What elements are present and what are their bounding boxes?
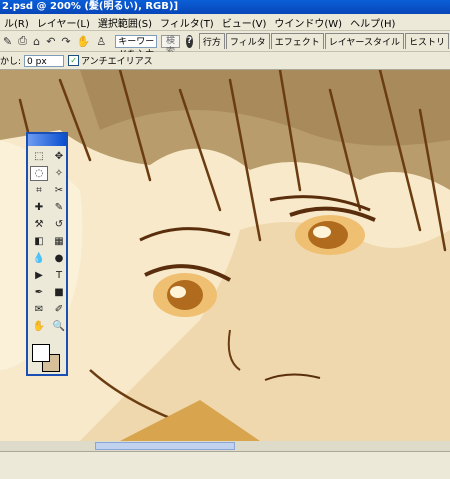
history-icon[interactable]: ↺ — [50, 217, 68, 232]
foreground-color-swatch[interactable] — [32, 344, 50, 362]
horizontal-scrollbar[interactable] — [0, 441, 450, 451]
heal-icon[interactable]: ✚ — [30, 200, 48, 215]
print-icon[interactable]: ⎙ — [18, 34, 27, 48]
status-bar — [0, 451, 450, 479]
save-icon[interactable]: ⌂ — [33, 34, 40, 48]
tab-effects[interactable]: エフェクト — [270, 33, 324, 49]
menu-item-filter[interactable]: フィルタ(T) — [156, 15, 218, 30]
redo-icon[interactable]: ↷ — [61, 34, 70, 48]
lasso-icon[interactable]: ◌ — [30, 166, 48, 181]
eyedropper-icon[interactable]: ✐ — [50, 302, 68, 317]
tool-grid: ⬚ ✥ ◌ ✧ ⌗ ✂ ✚ ✎ ⚒ ↺ ◧ ▦ 💧 ● ▶ T ✒ ■ ✉ ✐ ✋ 🔍 — [28, 146, 66, 334]
shape-icon[interactable]: ■ — [50, 285, 68, 300]
zoom-icon[interactable]: 🔍 — [50, 319, 68, 334]
gradient-icon[interactable]: ▦ — [50, 234, 68, 249]
antialias-checkbox[interactable]: ✓ — [68, 55, 80, 66]
keyword-search-input[interactable]: キーワードを入力 — [115, 34, 157, 60]
pen-icon[interactable]: ✒ — [30, 285, 48, 300]
hand-icon[interactable]: ✋ — [77, 34, 91, 48]
text-icon[interactable]: T — [50, 268, 68, 283]
stamp-icon[interactable]: ⚒ — [30, 217, 48, 232]
notes-icon[interactable]: ✉ — [30, 302, 48, 317]
window-title: 2.psd @ 200% (髪(明るい), RGB)] — [0, 0, 450, 14]
tab-layer-style[interactable]: レイヤースタイル — [324, 33, 404, 49]
feather-input[interactable]: 0 px — [24, 54, 65, 67]
brush-icon[interactable]: ✎ — [50, 200, 68, 215]
menu-bar: ル(R) レイヤー(L) 選択範囲(S) フィルタ(T) ビュー(V) ウインド… — [0, 14, 450, 31]
menu-item-filter-r[interactable]: ル(R) — [0, 15, 33, 30]
feather-label: かし: — [0, 57, 22, 67]
menu-item-window[interactable]: ウインドウ(W) — [270, 15, 346, 30]
menu-item-select[interactable]: 選択範囲(S) — [94, 15, 156, 30]
tab-history[interactable]: ヒストリ — [404, 33, 449, 49]
slice-icon[interactable]: ✂ — [50, 183, 68, 198]
antialias-label: アンチエイリアス — [81, 57, 153, 67]
eraser-icon[interactable]: ◧ — [30, 234, 48, 249]
history-brush-icon[interactable]: ✎ — [3, 34, 12, 48]
tools-palette-header[interactable] — [28, 134, 66, 146]
path-icon[interactable]: ▶ — [30, 268, 48, 283]
scroll-thumb[interactable] — [95, 442, 235, 450]
tab-brushes[interactable]: 行方 — [198, 33, 225, 49]
hand-icon[interactable]: ✋ — [30, 319, 48, 334]
tab-filter[interactable]: フィルタ — [225, 33, 270, 49]
palette-tabs: 行方 フィルタ エフェクト レイヤースタイル ヒストリ — [198, 33, 450, 49]
toolbar: ✎ ⎙ ⌂ ↶ ↷ ✋ ♙ キーワードを入力 検索 ? 行方 フィルタ エフェク… — [0, 31, 450, 60]
search-button[interactable]: 検索 — [161, 34, 181, 57]
help-icon[interactable]: ? — [186, 34, 193, 48]
marquee-icon[interactable]: ⬚ — [30, 149, 48, 164]
stamp-icon[interactable]: ♙ — [96, 34, 106, 48]
magic-wand-icon[interactable]: ✧ — [50, 166, 68, 181]
menu-item-layer[interactable]: レイヤー(L) — [33, 15, 94, 30]
menu-item-view[interactable]: ビュー(V) — [218, 15, 271, 30]
options-bar: かし: 0 px ✓ アンチエイリアス — [0, 52, 450, 70]
menu-item-help[interactable]: ヘルプ(H) — [346, 15, 399, 30]
dodge-icon[interactable]: ● — [50, 251, 68, 266]
move-icon[interactable]: ✥ — [50, 149, 68, 164]
tools-palette: ⬚ ✥ ◌ ✧ ⌗ ✂ ✚ ✎ ⚒ ↺ ◧ ▦ 💧 ● ▶ T ✒ ■ ✉ ✐ ✋ 🔍 — [26, 132, 68, 376]
undo-icon[interactable]: ↶ — [46, 34, 55, 48]
blur-icon[interactable]: 💧 — [30, 251, 48, 266]
crop-icon[interactable]: ⌗ — [30, 183, 48, 198]
